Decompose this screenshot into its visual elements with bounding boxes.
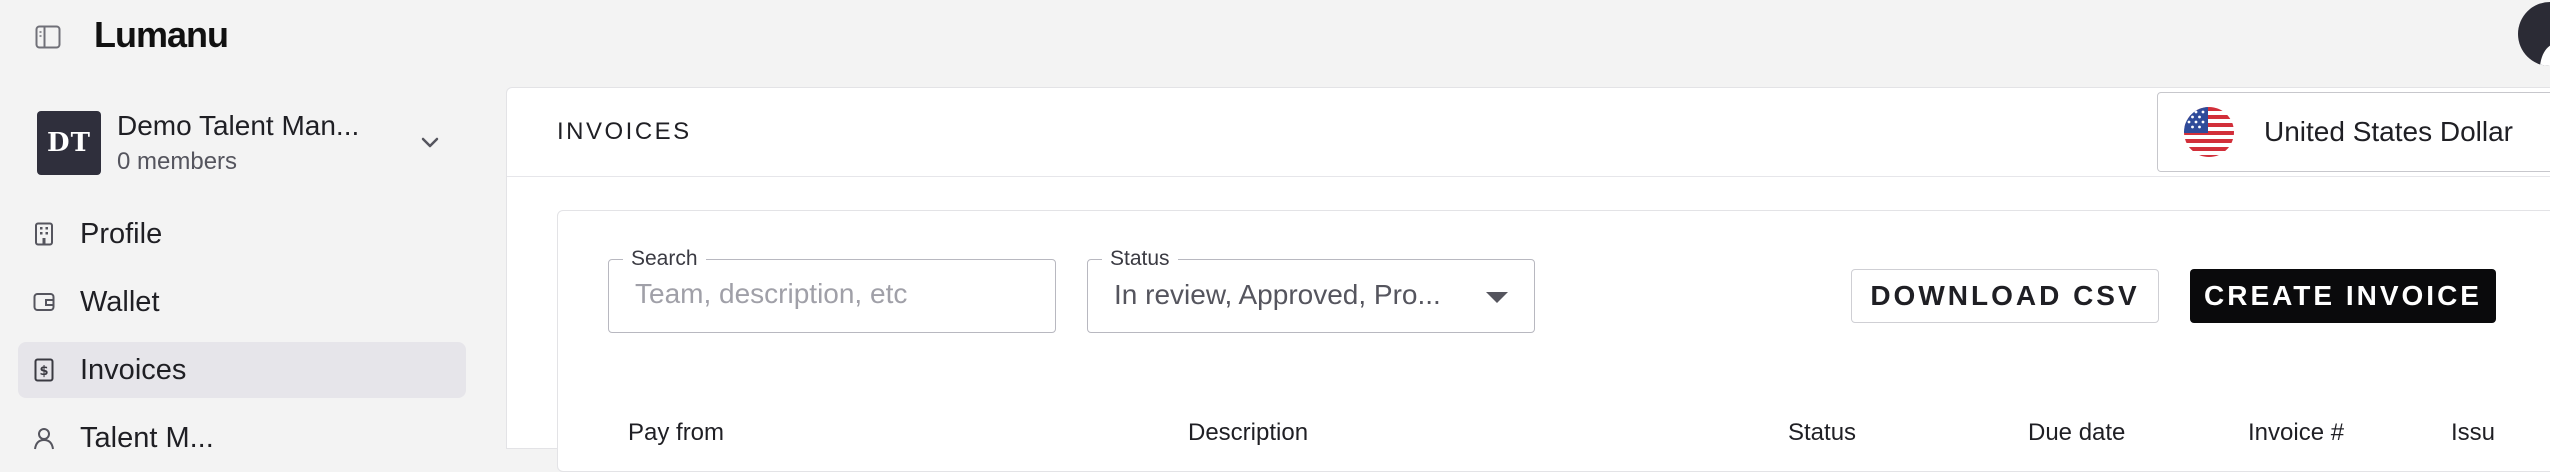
status-value: In review, Approved, Pro...: [1114, 279, 1441, 310]
status-select[interactable]: Status In review, Approved, Pro...: [1087, 247, 1535, 333]
column-header-status[interactable]: Status: [1788, 419, 1856, 447]
search-legend: Search: [623, 247, 706, 271]
column-header-issue-date[interactable]: Issu: [2451, 419, 2495, 447]
org-avatar: DT: [37, 111, 101, 175]
user-icon[interactable]: [2518, 2, 2550, 66]
org-member-count: 0 members: [117, 148, 238, 175]
chevron-down-icon[interactable]: [415, 128, 445, 158]
sidebar-item-wallet[interactable]: Wallet: [18, 274, 466, 330]
search-field[interactable]: Search: [608, 247, 1056, 333]
sidebar-item-label: Invoices: [80, 353, 187, 386]
talent-icon: [32, 425, 56, 451]
search-input[interactable]: [635, 274, 1035, 314]
column-header-due-date[interactable]: Due date: [2028, 419, 2125, 447]
sidebar-item-label: Talent M...: [80, 421, 214, 454]
invoices-card: Search Status In review, Approved, Pro..…: [557, 210, 2550, 472]
building-icon: [32, 221, 56, 247]
sidebar-item-label: Profile: [80, 217, 163, 250]
create-invoice-button[interactable]: CREATE INVOICE: [2190, 269, 2496, 323]
invoice-dollar-icon: $: [32, 357, 56, 383]
currency-select[interactable]: United States Dollar: [2157, 92, 2550, 172]
us-flag-icon: [2184, 107, 2234, 157]
column-header-pay-from[interactable]: Pay from: [628, 419, 724, 447]
status-legend: Status: [1102, 247, 1178, 271]
download-csv-button[interactable]: DOWNLOAD CSV: [1851, 269, 2159, 323]
org-switcher[interactable]: DT Demo Talent Man... 0 members: [37, 108, 457, 178]
main-panel: INVOICES United States Dollar Search Tea…: [506, 87, 2550, 472]
sidebar-item-invoices[interactable]: $ Invoices: [18, 342, 466, 398]
caret-down-icon[interactable]: [1486, 292, 1508, 303]
column-header-description[interactable]: Description: [1188, 419, 1308, 447]
page-title: INVOICES: [557, 118, 692, 145]
sidebar-item-profile[interactable]: Profile: [18, 206, 466, 262]
app-logo[interactable]: Lumanu: [94, 14, 229, 56]
currency-label: United States Dollar: [2264, 116, 2514, 147]
org-name: Demo Talent Man...: [117, 110, 360, 141]
sidebar-item-talent[interactable]: Talent M...: [18, 410, 466, 466]
sidebar-toggle-icon[interactable]: [33, 22, 63, 52]
wallet-icon: [32, 289, 56, 315]
column-header-invoice-number[interactable]: Invoice #: [2248, 419, 2344, 447]
svg-text:$: $: [39, 364, 48, 379]
sidebar-item-label: Wallet: [80, 285, 160, 318]
header-divider: [507, 176, 2550, 177]
